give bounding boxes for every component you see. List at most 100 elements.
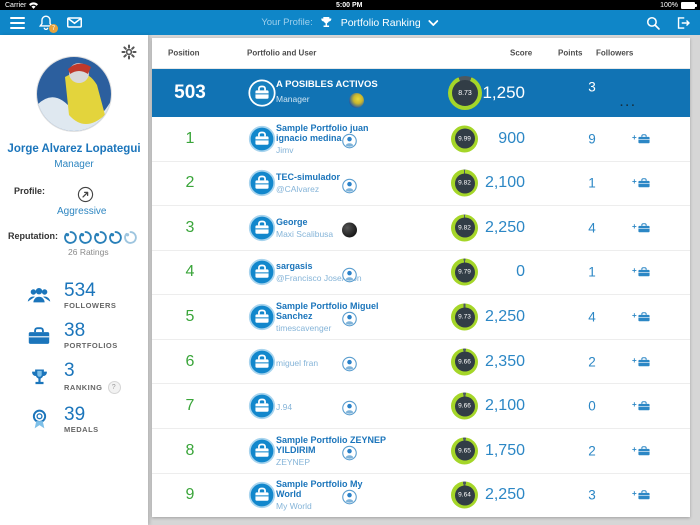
portfolio-user: timescavenger [276,323,390,333]
table-row[interactable]: 7J.949.662,1000+ [152,384,690,429]
table-row[interactable]: 4sargasis@Francisco JoseAñon9.7901+ [152,251,690,296]
portfolio-name[interactable]: George [276,217,390,227]
chevron-down-icon[interactable] [429,20,439,26]
user-person-icon [342,178,357,193]
add-portfolio-button[interactable]: + [632,267,650,277]
current-user-row[interactable]: 503 A POSIBLES ACTIVOS Manager 8.73 1,25… [152,69,690,117]
points-value: 2,250 [463,486,525,504]
clock: 5:00 PM [336,2,362,9]
user-avatar[interactable] [37,57,111,131]
followers-icon [26,288,52,304]
header-position: Position [168,49,200,58]
followers-value: 0 [567,399,617,414]
add-portfolio-button[interactable]: + [632,134,650,144]
portfolio-user: ZEYNEP [276,457,390,467]
rank-position: 5 [152,308,228,326]
notification-badge: 7 [49,24,58,33]
ranking-trophy-icon [26,368,52,387]
portfolio-name[interactable]: sargasis [276,261,390,271]
medals-count: 39 [64,405,99,424]
add-portfolio-button[interactable]: + [632,401,650,411]
medal-icon [26,409,52,430]
ranking-rows: 1Sample Portfolio juan ignacio medinaJim… [152,117,690,517]
portfolio-icon [248,392,276,420]
add-portfolio-button[interactable]: + [632,357,650,367]
user-photo-avatar [349,93,364,108]
table-row[interactable]: 6miguel fran9.662,3502+ [152,340,690,385]
portfolio-icon [248,348,276,376]
portfolio-name[interactable]: A POSIBLES ACTIVOS [276,80,390,90]
table-row[interactable]: 3GeorgeMaxi Scalibusa9.822,2504+ [152,206,690,251]
portfolio-user: miguel fran [276,358,390,368]
user-photo-avatar [342,223,357,238]
portfolio-user: @Francisco JoseAñon [276,273,390,283]
rank-position: 2 [152,174,228,192]
notifications-bell-icon[interactable]: 7 [39,15,53,30]
rank-position: 503 [152,82,228,104]
points-value: 900 [463,130,525,148]
add-portfolio-button[interactable]: + [632,223,650,233]
followers-value: 3 [567,488,617,503]
user-person-icon [342,401,357,416]
user-person-icon [342,267,357,282]
user-person-icon [342,356,357,371]
battery-icon [681,2,695,9]
portfolio-icon [248,303,276,331]
header-points: Points [558,49,582,58]
risk-profile-value[interactable]: Aggressive [57,206,106,217]
portfolio-icon [248,169,276,197]
portfolio-name[interactable]: Sample Portfolio juan ignacio medina [276,123,390,143]
nav-bar: 7 Your Profile: Portfolio Ranking [0,10,700,35]
status-bar: Carrier 5:00 PM 100% [0,0,700,10]
add-portfolio-button[interactable]: + [632,178,650,188]
ranking-dropdown[interactable]: Portfolio Ranking [341,17,421,29]
search-icon[interactable] [646,16,660,30]
table-row[interactable]: 5 Sample Portfolio Miguel Sanchez timescav… [152,295,690,340]
portfolio-name[interactable]: Sample Portfolio ZEYNEP YILDIRIM [276,435,390,455]
portfolios-stat[interactable]: 38 PORTFOLIOS [0,321,148,350]
table-row[interactable]: 8Sample Portfolio ZEYNEP YILDIRIMZEYNEP9… [152,429,690,474]
table-row[interactable]: 9Sample Portfolio My WorldMy World9.642,… [152,474,690,518]
portfolio-icon [248,481,276,509]
portfolio-name[interactable]: Sample Portfolio My World [276,479,390,499]
ranking-value: 3 [64,361,121,380]
settings-gear-icon[interactable] [121,44,137,60]
medals-stat[interactable]: 39 MEDALS [0,405,148,434]
table-row[interactable]: 2TEC-simulador@CAlvarez9.822,1001+ [152,162,690,207]
add-portfolio-button[interactable]: + [632,312,650,322]
portfolio-name[interactable]: Sample Portfolio Miguel Sanchez [276,301,390,321]
header-score: Score [510,49,532,58]
portfolio-name[interactable]: TEC-simulador [276,172,390,182]
portfolio-user: @CAlvarez [276,184,390,194]
table-row[interactable]: 1Sample Portfolio juan ignacio medinaJim… [152,117,690,162]
add-portfolio-button[interactable]: + [632,490,650,500]
portfolio-user: My World [276,501,390,511]
reputation-rating-icons [64,231,137,244]
more-actions-icon[interactable]: ··· [620,100,637,112]
followers-value: 2 [567,354,617,369]
ranking-stat[interactable]: 3 RANKING? [0,361,148,394]
briefcase-icon [26,327,52,345]
followers-value: 1 [567,265,617,280]
rank-position: 1 [152,130,228,148]
header-portfolio: Portfolio and User [247,49,316,58]
points-value: 2,100 [463,397,525,415]
followers-value: 4 [567,310,617,325]
logout-icon[interactable] [676,16,690,30]
your-profile-label: Your Profile: [261,17,312,28]
points-value: 2,250 [463,219,525,237]
menu-icon[interactable] [10,17,25,29]
messages-envelope-icon[interactable] [67,17,82,28]
add-portfolio-button[interactable]: + [632,446,650,456]
user-person-icon [342,312,357,327]
portfolios-count: 38 [64,321,118,340]
ratings-count: 26 Ratings [68,247,137,257]
followers-stat[interactable]: 534 FOLLOWERS [0,281,148,310]
portfolio-icon [248,258,276,286]
points-value: 2,350 [463,353,525,371]
ranking-help-icon[interactable]: ? [108,381,121,394]
user-person-icon [342,133,357,148]
portfolio-icon [248,437,276,465]
risk-profile-icon [65,186,106,203]
portfolio-user: Maxi Scalibusa [276,229,390,239]
